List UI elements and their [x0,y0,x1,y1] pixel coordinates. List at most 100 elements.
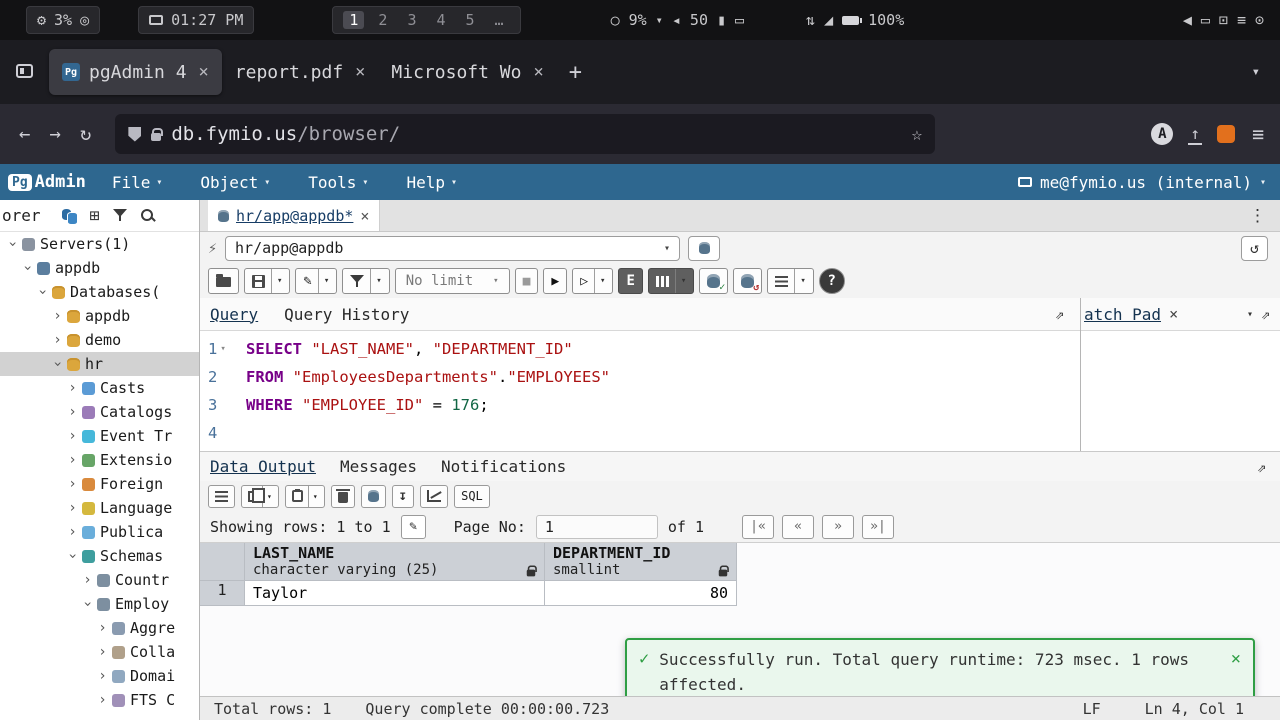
expander-icon[interactable]: › [20,262,36,275]
keyboard-icon[interactable]: ▭ [735,11,744,29]
tree-item-aggre[interactable]: ›Aggre [0,616,199,640]
firefox-view-button[interactable] [10,57,39,88]
display-icon[interactable]: ▭ [1201,11,1210,29]
limit-select[interactable]: No limit▾ [395,268,510,294]
save-page-icon[interactable]: ↑ [1190,126,1200,142]
expander-icon[interactable]: › [66,428,79,444]
expander-icon[interactable]: › [96,620,109,636]
stop-button[interactable]: ■ [515,268,539,294]
sql-code[interactable]: SELECT "LAST_NAME", "DEPARTMENT_ID"FROM … [240,335,1080,451]
close-icon[interactable]: × [533,62,543,82]
bookmark-star-icon[interactable]: ☆ [912,124,923,145]
execute-dropdown[interactable]: ▾ [594,269,605,293]
copy-button[interactable]: ▾ [241,485,279,508]
tree-item-databases[interactable]: ›Databases( [0,280,199,304]
clock-widget[interactable]: 01:27 PM [138,6,254,34]
cast-icon[interactable]: ⊡ [1219,11,1228,29]
edit-button[interactable]: ✎▾ [295,268,337,294]
tree-item-fts-c[interactable]: ›FTS C [0,688,199,712]
commit-button[interactable]: ✓ [699,268,728,294]
filter-icon[interactable] [113,209,127,222]
close-icon[interactable]: × [1169,305,1178,323]
graph-visualiser-button[interactable] [420,485,448,508]
download-button[interactable]: ↧ [392,485,414,508]
browser-tab-pgadmin[interactable]: Pg pgAdmin 4 × [49,49,222,95]
macros-button[interactable]: ▾ [767,268,813,294]
explain-analyze-button[interactable]: ▾ [648,268,694,294]
tree-item-employ[interactable]: ›Employ [0,592,199,616]
paste-button[interactable]: ▾ [285,485,325,508]
prev-page-button[interactable]: « [782,515,814,539]
workspace-button[interactable]: 1 [343,11,364,29]
expander-icon[interactable]: › [65,550,81,563]
workspace-button[interactable]: 4 [430,11,451,29]
tab-query-history[interactable]: Query History [284,305,409,324]
tree-item-extensio[interactable]: ›Extensio [0,448,199,472]
user-menu[interactable]: me@fymio.us (internal) ▾ [1018,173,1266,192]
expander-icon[interactable]: › [51,332,64,348]
expander-icon[interactable]: › [51,308,64,324]
workspace-button[interactable]: 3 [401,11,422,29]
expand-output-icon[interactable]: ⇗ [1257,458,1266,476]
browser-tab-report[interactable]: report.pdf × [222,49,379,95]
tree-item-event-tr[interactable]: ›Event Tr [0,424,199,448]
tree-item-servers-1[interactable]: ›Servers(1) [0,232,199,256]
reload-button[interactable]: ↻ [80,123,91,145]
expander-icon[interactable]: › [50,358,66,371]
chevron-down-icon[interactable]: ▾ [656,13,663,27]
eol-indicator[interactable]: LF [1083,700,1101,718]
mic-icon[interactable]: ▮ [717,11,726,29]
scratch-pad-title[interactable]: atch Pad [1084,305,1161,324]
expander-icon[interactable]: › [80,598,96,611]
table-row[interactable]: 1Taylor80 [200,581,1280,606]
fold-icon[interactable]: ▾ [220,335,225,363]
tracking-protection-shield-icon[interactable] [128,127,141,142]
scratch-pad-body[interactable] [1081,331,1280,451]
expander-icon[interactable]: › [66,380,79,396]
close-icon[interactable]: × [355,62,365,82]
menu-file[interactable]: File ▾ [112,173,163,192]
chevron-down-icon[interactable]: ▾ [1247,309,1253,320]
menu-help[interactable]: Help ▾ [406,173,457,192]
filter-dropdown[interactable]: ▾ [370,269,381,293]
forward-button[interactable]: → [49,123,60,145]
close-icon[interactable]: × [199,62,209,82]
column-header-department_id[interactable]: DEPARTMENT_IDsmallint [545,543,737,581]
expander-icon[interactable]: › [81,572,94,588]
save-dropdown[interactable]: ▾ [271,269,282,293]
tree-item-appdb[interactable]: ›appdb [0,256,199,280]
save-data-button[interactable] [361,485,386,508]
execute-button[interactable]: ▶ [543,268,567,294]
tree-item-colla[interactable]: ›Colla [0,640,199,664]
tree-item-appdb[interactable]: ›appdb [0,304,199,328]
show-sql-button[interactable]: SQL [454,485,490,508]
expander-icon[interactable]: › [66,452,79,468]
expander-icon[interactable]: › [96,668,109,684]
edit-dropdown[interactable]: ▾ [318,269,329,293]
rollback-button[interactable]: ↺ [733,268,762,294]
tree-item-casts[interactable]: ›Casts [0,376,199,400]
workspace-button[interactable]: 2 [372,11,393,29]
url-bar[interactable]: db.fymio.us /browser/ ☆ [115,114,935,154]
connection-select[interactable]: hr/app@appdb ▾ [225,236,680,261]
tab-data-output[interactable]: Data Output [210,457,316,476]
page-number-input[interactable] [536,515,658,539]
cpu-widget[interactable]: ⚙ 3% ◎ [26,6,100,34]
close-icon[interactable]: × [1231,647,1241,672]
tab-messages[interactable]: Messages [340,457,417,476]
expander-icon[interactable]: › [96,644,109,660]
network-arrows-icon[interactable]: ⇅ [806,11,815,29]
expander-icon[interactable]: › [66,476,79,492]
expander-icon[interactable]: › [66,524,79,540]
refresh-button[interactable]: ↺ [1241,236,1268,261]
power-icon[interactable]: ⊙ [1255,11,1264,29]
tab-query[interactable]: Query [210,305,258,324]
tree-item-hr[interactable]: ›hr [0,352,199,376]
tree-item-domai[interactable]: ›Domai [0,664,199,688]
extension-a-icon[interactable]: A [1151,123,1173,145]
explain-dropdown[interactable]: ▾ [675,269,686,293]
kebab-menu-icon[interactable]: ⋮ [1249,206,1266,226]
next-page-button[interactable]: » [822,515,854,539]
close-icon[interactable]: × [360,207,369,225]
lock-icon[interactable] [151,133,161,141]
